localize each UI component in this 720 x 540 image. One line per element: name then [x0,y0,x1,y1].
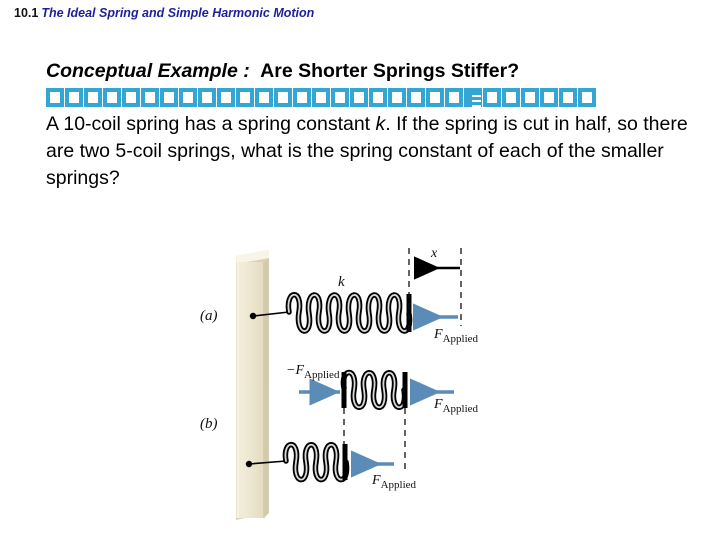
missing-glyph-box [445,87,463,107]
missing-glyph-box [331,87,349,107]
force-subscript-b-lower: Applied [381,479,417,491]
body-text-part1: A 10-coil spring has a spring constant [46,113,376,135]
section-title: The Ideal Spring and Simple Harmonic Mot… [41,6,315,20]
part-a-label: (a) [200,308,218,324]
force-label-b-neg: −FApplied [286,363,340,381]
example-title: Conceptual Example : Are Shorter Springs… [46,58,714,84]
section-number: 10.1 [14,6,39,20]
missing-glyph-box [46,87,64,107]
slide-canvas: 10.1 The Ideal Spring and Simple Harmonic… [0,0,720,540]
force-subscript-b-neg: Applied [304,369,340,381]
missing-glyph-box [179,87,197,107]
force-subscript-b-upper: Applied [443,403,479,415]
example-body-text: A 10-coil spring has a spring constant k… [46,111,696,192]
spring-constant-label: k [338,274,345,290]
missing-glyph-box [540,87,558,107]
displacement-label-x: x [430,246,438,261]
missing-glyph-box [141,87,159,107]
missing-glyph-box [407,87,425,107]
force-symbol-b-upper: F [433,397,443,412]
missing-glyph-box [122,87,140,107]
missing-glyph-box [198,87,216,107]
missing-glyph-box [312,87,330,107]
example-question: Are Shorter Springs Stiffer? [260,60,520,82]
force-label-b-upper: FApplied [433,397,479,415]
missing-glyph-box [369,87,387,107]
missing-glyph-box [65,87,83,107]
missing-glyph-box [559,87,577,107]
force-label-a: FApplied [433,327,479,345]
part-b-label: (b) [200,416,218,432]
missing-glyph-box [236,87,254,107]
spring-ten-coil [285,292,413,334]
missing-glyph-box [160,87,178,107]
missing-glyph-row [46,86,714,108]
missing-glyph-box [274,87,292,107]
missing-glyph-box [103,87,121,107]
wall [236,250,269,520]
force-symbol-b-lower: F [371,473,381,488]
force-symbol-b-neg: −F [286,363,304,378]
missing-glyph-box [426,87,444,107]
missing-glyph-box [217,87,235,107]
missing-glyph-box [84,87,102,107]
spring-five-coil-upper [340,369,408,410]
missing-glyph-box [388,87,406,107]
force-label-b-lower: FApplied [371,473,417,491]
example-label: Conceptual Example [46,60,238,82]
missing-glyph-box [578,87,596,107]
missing-glyph-box [350,87,368,107]
missing-glyph-box [464,87,482,107]
missing-glyph-box [502,87,520,107]
content-block: Conceptual Example : Are Shorter Springs… [46,58,714,192]
force-symbol-a: F [433,327,443,342]
missing-glyph-box [483,87,501,107]
spring-constant-symbol: k [375,113,386,135]
force-subscript-a: Applied [443,333,479,345]
example-colon: : [243,60,250,82]
missing-glyph-box [521,87,539,107]
spring-diagram-figure: (a) k x FApplied (b) −FApplied FApplied … [186,228,526,528]
slide-header: 10.1 The Ideal Spring and Simple Harmonic… [14,7,314,20]
missing-glyph-box [255,87,273,107]
missing-glyph-box [293,87,311,107]
